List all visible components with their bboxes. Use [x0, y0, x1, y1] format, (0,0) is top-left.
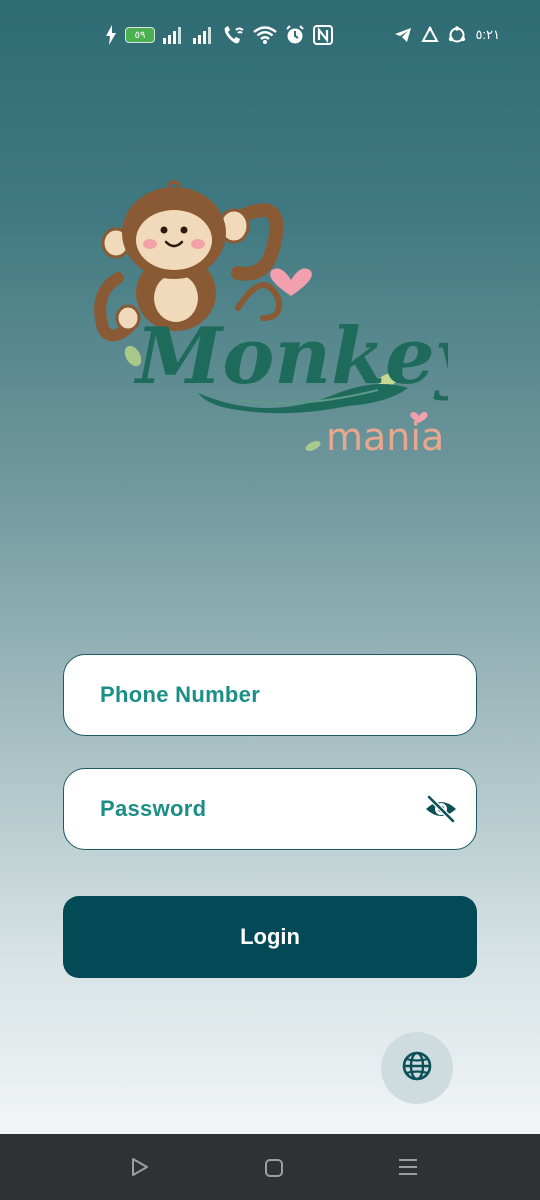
phone-number-placeholder: Phone Number — [100, 682, 261, 707]
telegram-icon — [394, 23, 412, 47]
battery-indicator: ٥٩ — [125, 27, 155, 43]
phone-number-field[interactable]: Phone Number — [63, 654, 477, 736]
sync-icon — [448, 23, 466, 47]
nav-menu-icon[interactable] — [397, 1157, 419, 1182]
alarm-icon — [285, 23, 305, 47]
password-field[interactable]: Password — [63, 768, 477, 850]
status-left-group: ٥:٢١ — [394, 22, 500, 48]
wifi-calling-icon — [223, 23, 245, 47]
eye-off-icon[interactable] — [424, 794, 458, 824]
monkey-mania-logo: Monkey mania — [88, 178, 485, 468]
login-screen: ٥٩ ٥:٢١ Monkey mania Phone Number Passwo… — [0, 0, 540, 1134]
globe-icon — [401, 1050, 433, 1087]
status-clock: ٥:٢١ — [475, 27, 500, 42]
charging-icon — [105, 23, 117, 47]
signal-icon — [163, 23, 185, 47]
login-button[interactable]: Login — [63, 896, 477, 978]
password-placeholder: Password — [100, 796, 207, 821]
login-button-label: Login — [240, 924, 300, 949]
system-nav-bar — [0, 1134, 540, 1200]
logo-word-sub: mania — [326, 415, 444, 459]
nav-back-icon[interactable] — [130, 1157, 150, 1182]
notification-icon — [421, 23, 440, 47]
language-button[interactable] — [381, 1032, 453, 1104]
wifi-icon — [253, 23, 277, 47]
nav-home-icon[interactable] — [264, 1158, 284, 1183]
nfc-icon — [313, 23, 333, 47]
status-bar: ٥٩ ٥:٢١ — [0, 0, 540, 64]
status-icons-group: ٥٩ — [105, 22, 333, 48]
signal-icon-2 — [193, 23, 215, 47]
